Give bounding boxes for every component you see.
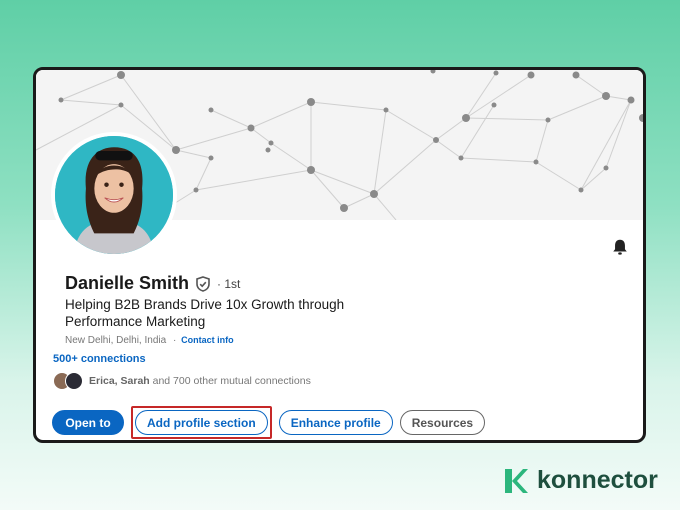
enhance-profile-button[interactable]: Enhance profile xyxy=(278,410,393,435)
mutual-avatars xyxy=(53,372,83,390)
mutual-text: and 700 other mutual connections xyxy=(152,375,311,387)
connections-link[interactable]: 500+ connections xyxy=(53,353,146,365)
konnector-logo-icon xyxy=(505,468,528,493)
contact-info-link[interactable]: Contact info xyxy=(181,335,234,345)
open-to-button[interactable]: Open to xyxy=(52,410,124,435)
add-profile-section-button[interactable]: Add profile section xyxy=(135,410,268,435)
connection-degree: · 1st xyxy=(217,276,241,291)
profile-name: Danielle Smith xyxy=(65,273,190,293)
bell-icon[interactable] xyxy=(611,238,629,256)
profile-avatar[interactable] xyxy=(51,132,177,258)
location-row: New Delhi, Delhi, India · Contact info xyxy=(65,335,234,346)
profile-location: New Delhi, Delhi, India xyxy=(65,335,167,346)
location-separator: · xyxy=(172,335,177,346)
profile-actions: Open to Add profile section Enhance prof… xyxy=(52,406,486,439)
profile-headline: Helping B2B Brands Drive 10x Growth thro… xyxy=(65,297,345,329)
profile-card: Danielle Smith · 1st Helping B2B Brands … xyxy=(33,67,646,443)
mutual-avatar-sarah xyxy=(65,372,83,390)
avatar-portrait xyxy=(55,136,173,254)
highlight-box: Add profile section xyxy=(131,406,272,439)
mutual-connections[interactable]: Erica, Sarah and 700 other mutual connec… xyxy=(53,372,311,390)
brand-name: konnector xyxy=(537,466,658,494)
brand-logo: konnector xyxy=(503,466,658,495)
mutual-names: Erica, Sarah xyxy=(89,375,150,387)
verified-shield-icon[interactable] xyxy=(195,275,211,292)
resources-button[interactable]: Resources xyxy=(399,410,486,435)
name-row: Danielle Smith · 1st xyxy=(65,273,240,294)
